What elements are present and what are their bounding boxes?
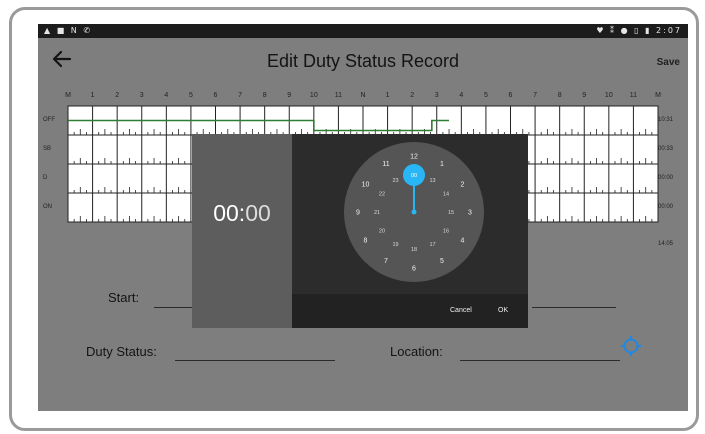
status-bar: ▲ ■ N ✆ ♥ ⁑ ● ▯ ▮ 2:07 xyxy=(38,24,688,38)
crosshair-target-icon xyxy=(621,336,641,356)
clock-number[interactable]: 6 xyxy=(412,265,416,272)
clock-number[interactable]: 13 xyxy=(429,178,435,184)
clock-number[interactable]: 23 xyxy=(392,178,398,184)
clock-number[interactable]: 21 xyxy=(374,210,380,216)
row-total: 10:31 xyxy=(658,116,674,123)
grand-total: 14:05 xyxy=(658,241,674,247)
clock-number[interactable]: 5 xyxy=(440,258,444,265)
clock-time: 2:07 xyxy=(656,26,682,35)
clock-number[interactable]: 14 xyxy=(443,191,449,197)
clock-number[interactable]: 12 xyxy=(410,153,418,160)
clock-face[interactable]: 121234567891011001314151617181920212223 xyxy=(300,134,520,294)
clock-number[interactable]: 15 xyxy=(448,210,454,216)
location-label: Location: xyxy=(390,344,443,359)
clock-number[interactable]: 9 xyxy=(356,209,360,216)
app-bar: Edit Duty Status Record Save xyxy=(38,38,688,84)
notification-icons: ▲ ■ N ✆ xyxy=(44,26,93,35)
clock-number[interactable]: 16 xyxy=(443,228,449,234)
start-label: Start: xyxy=(108,290,140,305)
start-field[interactable] xyxy=(154,307,194,308)
app-screen: ▲ ■ N ✆ ♥ ⁑ ● ▯ ▮ 2:07 Edit Duty Status … xyxy=(38,24,688,411)
selected-time-display: 00:00 xyxy=(192,200,292,227)
clock-number[interactable]: 10 xyxy=(362,181,370,188)
save-button[interactable]: Save xyxy=(657,57,680,68)
cancel-button[interactable]: Cancel xyxy=(450,307,472,314)
clock-number[interactable]: 20 xyxy=(379,228,385,234)
clock-number[interactable]: 11 xyxy=(382,161,389,168)
system-icons: ♥ ⁑ ● ▯ ▮ 2:07 xyxy=(596,26,682,35)
hours-display[interactable]: 00 xyxy=(213,200,239,226)
duty-status-field[interactable] xyxy=(175,360,335,361)
clock-number[interactable]: 00 xyxy=(411,173,417,179)
minutes-display[interactable]: 00 xyxy=(245,200,271,226)
clock-number[interactable]: 17 xyxy=(429,242,435,248)
clock-number[interactable]: 4 xyxy=(461,237,465,244)
clock-number[interactable]: 2 xyxy=(461,181,465,188)
ok-button[interactable]: OK xyxy=(498,307,508,314)
clock-number[interactable]: 3 xyxy=(468,209,472,216)
dialog-actions: Cancel OK xyxy=(292,294,528,328)
page-title: Edit Duty Status Record xyxy=(266,51,460,71)
clock-center xyxy=(411,209,417,215)
end-field[interactable] xyxy=(532,307,616,308)
time-picker-body: 12 1 2 3 4 5 6 7 8 9 10 11 00 13 14 15 16 17 18 19 20 21 22 23 … xyxy=(292,134,528,328)
clock-number[interactable]: 18 xyxy=(411,247,417,253)
clock-number[interactable]: 1 xyxy=(440,161,444,168)
clock-number[interactable]: 8 xyxy=(364,237,368,244)
system-status-icons: ♥ ⁑ ● ▯ ▮ xyxy=(596,26,652,35)
row-total: 00:00 xyxy=(658,174,674,181)
duty-status-label: Duty Status: xyxy=(86,344,157,359)
location-field[interactable] xyxy=(460,360,620,361)
clock-number[interactable]: 19 xyxy=(392,242,398,248)
time-picker-header: 00:00 xyxy=(192,134,292,328)
row-total: 00:33 xyxy=(658,145,674,152)
clock-number[interactable]: 22 xyxy=(379,191,385,197)
time-picker-dialog: 00:00 12 1 2 3 4 5 6 7 8 9 10 11 00 13 14 15 16 17 18 19 20 2… xyxy=(192,134,528,328)
location-button[interactable] xyxy=(620,335,642,357)
clock-number[interactable]: 7 xyxy=(384,258,388,265)
row-total: 00:00 xyxy=(658,203,674,210)
